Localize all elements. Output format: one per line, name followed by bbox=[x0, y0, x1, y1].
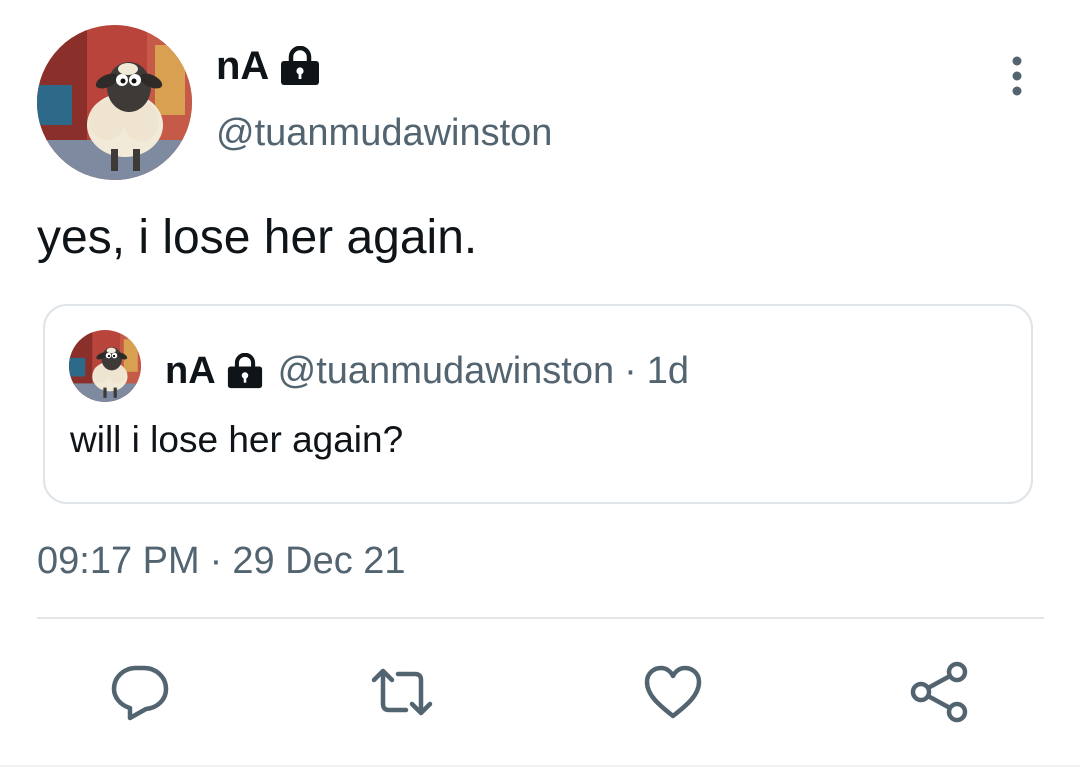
share-icon bbox=[910, 661, 968, 723]
bottom-divider bbox=[0, 765, 1080, 767]
quoted-tweet-age: 1d bbox=[646, 350, 690, 392]
lock-icon bbox=[279, 45, 321, 86]
lock-icon bbox=[226, 352, 264, 389]
divider bbox=[37, 617, 1044, 619]
tweet-time: 09:17 PM bbox=[37, 540, 200, 582]
quoted-author-avatar bbox=[69, 330, 141, 402]
share-button[interactable] bbox=[907, 660, 971, 724]
tweet-timestamp[interactable]: 09:17 PM · 29 Dec 21 bbox=[37, 538, 406, 584]
more-options-icon[interactable] bbox=[1002, 55, 1032, 97]
separator-dot: · bbox=[209, 540, 223, 582]
like-button[interactable] bbox=[641, 660, 705, 724]
quoted-tweet-card[interactable]: nA @tuanmudawinston · 1d will i lose her… bbox=[43, 304, 1033, 504]
separator-dot: · bbox=[624, 350, 637, 392]
quoted-tweet-header: nA @tuanmudawinston · 1d bbox=[165, 348, 689, 394]
retweet-button[interactable] bbox=[370, 660, 434, 724]
author-handle[interactable]: @tuanmudawinston bbox=[216, 110, 552, 156]
author-display-name[interactable]: nA bbox=[216, 42, 269, 90]
reply-button[interactable] bbox=[108, 660, 172, 724]
quoted-author-handle: @tuanmudawinston bbox=[277, 350, 615, 392]
author-avatar[interactable] bbox=[37, 25, 192, 180]
quoted-tweet-text: will i lose her again? bbox=[70, 419, 404, 460]
sheep-avatar-icon bbox=[37, 25, 192, 180]
sheep-avatar-icon bbox=[69, 330, 141, 402]
retweet-icon bbox=[371, 668, 433, 716]
heart-icon bbox=[644, 665, 702, 719]
tweet-text: yes, i lose her again. bbox=[37, 211, 478, 264]
author-name[interactable]: nA bbox=[216, 42, 321, 90]
reply-icon bbox=[111, 665, 169, 721]
quoted-author-name: nA bbox=[165, 350, 216, 392]
tweet-date: 29 Dec 21 bbox=[232, 540, 406, 582]
